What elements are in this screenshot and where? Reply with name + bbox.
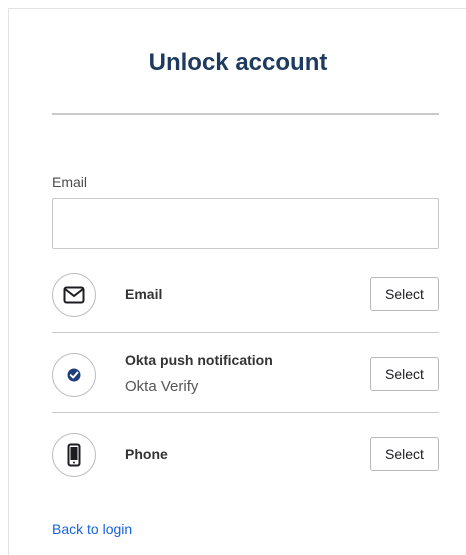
email-field-label: Email — [52, 174, 88, 190]
email-input[interactable] — [52, 198, 439, 249]
factor-name: Email — [125, 286, 163, 302]
unlock-account-card: Unlock account Email Email Select Okta p… — [8, 8, 466, 555]
factor-name: Phone — [125, 446, 168, 462]
select-email-button[interactable]: Select — [370, 277, 439, 311]
envelope-icon — [52, 273, 96, 317]
factor-name: Okta push notification — [125, 352, 273, 368]
back-to-login-link[interactable]: Back to login — [52, 521, 132, 537]
page-title: Unlock account — [148, 49, 328, 76]
factor-email: Email Select — [52, 253, 439, 333]
okta-verify-icon — [52, 353, 96, 397]
select-okta-push-button[interactable]: Select — [370, 357, 439, 391]
phone-icon — [52, 433, 96, 477]
factor-okta-push: Okta push notification Okta Verify Selec… — [52, 333, 439, 413]
factor-subtitle: Okta Verify — [125, 378, 199, 395]
header-divider — [52, 113, 439, 115]
factor-phone: Phone Select — [52, 413, 439, 493]
select-phone-button[interactable]: Select — [370, 437, 439, 471]
